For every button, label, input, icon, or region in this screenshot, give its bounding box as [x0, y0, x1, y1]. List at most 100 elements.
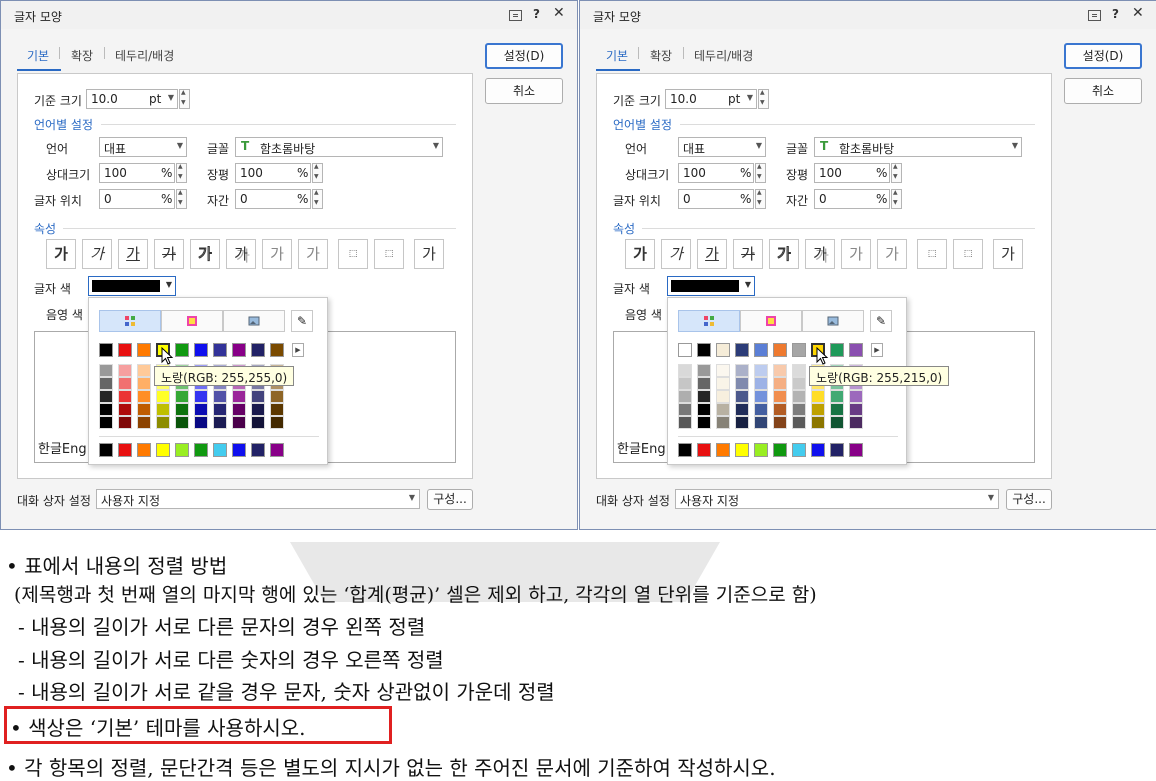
subscript-button[interactable]: ⬚	[953, 239, 983, 269]
recent-color-swatch[interactable]	[175, 443, 189, 457]
color-swatch[interactable]	[735, 390, 749, 403]
recent-color-swatch[interactable]	[849, 443, 863, 457]
width-ratio-stepper[interactable]	[891, 163, 902, 183]
color-swatch[interactable]	[735, 416, 749, 429]
eyedropper-icon[interactable]: ✎	[870, 310, 892, 332]
color-swatch[interactable]	[270, 343, 284, 357]
image-tab[interactable]	[802, 310, 864, 332]
color-swatch[interactable]	[251, 416, 265, 429]
color-swatch[interactable]	[678, 416, 692, 429]
tab-basic[interactable]: 기본	[606, 47, 628, 64]
language-select[interactable]: 대표 ▼	[678, 137, 766, 157]
recent-color-swatch[interactable]	[270, 443, 284, 457]
base-size-field[interactable]: 10.0 pt ▼	[86, 89, 178, 109]
color-swatch[interactable]	[678, 390, 692, 403]
color-swatch[interactable]	[156, 390, 170, 403]
strikethrough-button[interactable]: 가	[733, 239, 763, 269]
close-icon[interactable]: ✕	[1132, 5, 1144, 21]
color-swatch[interactable]	[773, 343, 787, 357]
recent-color-swatch[interactable]	[773, 443, 787, 457]
color-swatch[interactable]	[137, 377, 151, 390]
color-swatch[interactable]	[792, 364, 806, 377]
palette-tab[interactable]	[99, 310, 161, 332]
italic-button[interactable]: 가	[82, 239, 112, 269]
dialog-settings-select[interactable]: 사용자 지정 ▼	[675, 489, 999, 509]
color-swatch[interactable]	[175, 403, 189, 416]
outline-button[interactable]: 가	[190, 239, 220, 269]
color-swatch[interactable]	[716, 377, 730, 390]
recent-color-swatch[interactable]	[830, 443, 844, 457]
color-swatch[interactable]	[194, 416, 208, 429]
ok-button[interactable]: 설정(D)	[485, 43, 563, 69]
base-size-stepper[interactable]	[179, 89, 190, 109]
emboss-button[interactable]: 가	[841, 239, 871, 269]
color-swatch[interactable]	[678, 403, 692, 416]
recent-color-swatch[interactable]	[697, 443, 711, 457]
shadow-button[interactable]: 가	[226, 239, 256, 269]
color-swatch[interactable]	[99, 343, 113, 357]
color-swatch[interactable]	[697, 403, 711, 416]
color-swatch[interactable]	[773, 364, 787, 377]
chevron-down-icon[interactable]: ▼	[409, 493, 415, 502]
color-swatch[interactable]	[99, 403, 113, 416]
color-swatch[interactable]	[716, 390, 730, 403]
recent-color-swatch[interactable]	[232, 443, 246, 457]
color-swatch[interactable]	[99, 390, 113, 403]
color-swatch[interactable]	[754, 343, 768, 357]
color-swatch[interactable]	[754, 403, 768, 416]
color-swatch[interactable]	[697, 343, 711, 357]
char-position-stepper[interactable]	[755, 189, 766, 209]
color-swatch[interactable]	[137, 343, 151, 357]
outline-button[interactable]: 가	[769, 239, 799, 269]
color-swatch[interactable]	[792, 377, 806, 390]
color-swatch[interactable]	[678, 364, 692, 377]
color-swatch[interactable]	[830, 403, 844, 416]
color-swatch[interactable]	[118, 343, 132, 357]
relative-size-field[interactable]: 100 %	[99, 163, 175, 183]
color-swatch[interactable]	[849, 343, 863, 357]
recent-color-swatch[interactable]	[792, 443, 806, 457]
chevron-down-icon[interactable]: ▼	[166, 280, 172, 289]
engrave-button[interactable]: 가	[877, 239, 907, 269]
recent-color-swatch[interactable]	[137, 443, 151, 457]
color-swatch[interactable]	[118, 416, 132, 429]
color-swatch[interactable]	[792, 403, 806, 416]
cancel-button[interactable]: 취소	[1064, 78, 1142, 104]
image-tab[interactable]	[223, 310, 285, 332]
color-swatch[interactable]	[232, 390, 246, 403]
color-swatch[interactable]	[830, 343, 844, 357]
color-swatch[interactable]	[270, 403, 284, 416]
italic-button[interactable]: 가	[661, 239, 691, 269]
spectrum-tab[interactable]	[740, 310, 802, 332]
color-swatch[interactable]	[716, 403, 730, 416]
spacing-stepper[interactable]	[891, 189, 902, 209]
recent-color-swatch[interactable]	[194, 443, 208, 457]
color-swatch[interactable]	[792, 390, 806, 403]
recent-color-swatch[interactable]	[118, 443, 132, 457]
relative-size-stepper[interactable]	[755, 163, 766, 183]
strikethrough-button[interactable]: 가	[154, 239, 184, 269]
color-swatch[interactable]	[773, 403, 787, 416]
chevron-down-icon[interactable]: ▼	[433, 141, 439, 150]
recent-color-swatch[interactable]	[811, 443, 825, 457]
help-icon[interactable]: ?	[533, 7, 540, 21]
subscript-button[interactable]: ⬚	[374, 239, 404, 269]
color-swatch[interactable]	[716, 343, 730, 357]
dialog-settings-select[interactable]: 사용자 지정 ▼	[96, 489, 420, 509]
chevron-right-icon[interactable]: ▶	[871, 343, 883, 357]
color-swatch[interactable]	[735, 377, 749, 390]
ok-button[interactable]: 설정(D)	[1064, 43, 1142, 69]
spacing-field[interactable]: 0 %	[235, 189, 311, 209]
color-swatch[interactable]	[697, 416, 711, 429]
chevron-down-icon[interactable]: ▼	[745, 280, 751, 289]
chevron-right-icon[interactable]: ▶	[292, 343, 304, 357]
recent-color-swatch[interactable]	[251, 443, 265, 457]
chevron-down-icon[interactable]: ▼	[988, 493, 994, 502]
recent-color-swatch[interactable]	[716, 443, 730, 457]
underline-button[interactable]: 가	[118, 239, 148, 269]
text-color-select[interactable]: ▼	[667, 276, 755, 296]
width-ratio-stepper[interactable]	[312, 163, 323, 183]
color-swatch[interactable]	[99, 416, 113, 429]
color-swatch[interactable]	[118, 390, 132, 403]
font-select[interactable]: T 함초롬바탕 ▼	[235, 137, 443, 157]
